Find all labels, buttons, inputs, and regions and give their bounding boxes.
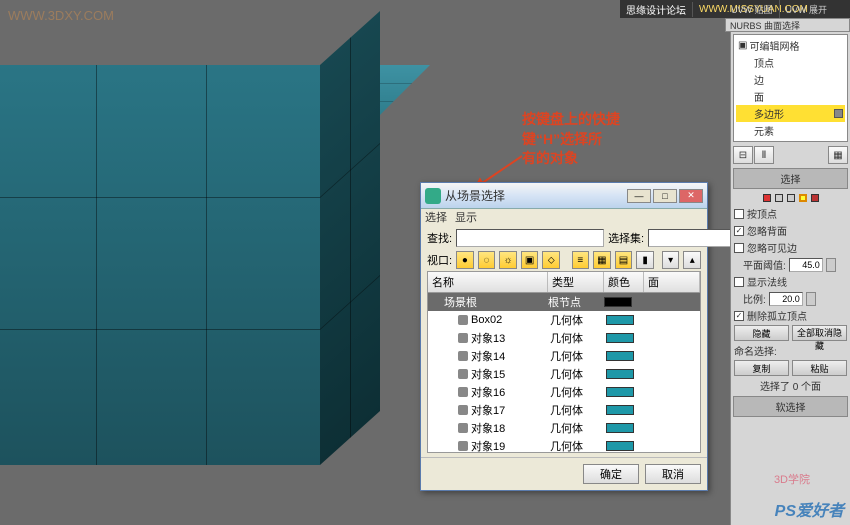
hide-button[interactable]: 隐藏: [734, 325, 789, 341]
filter-space-icon[interactable]: ≡: [572, 251, 590, 269]
col-name[interactable]: 名称: [428, 272, 548, 292]
filter-helper-icon[interactable]: ⬦: [542, 251, 560, 269]
cube-side-face: [320, 11, 380, 465]
site-name: 思缘设计论坛: [620, 2, 693, 17]
watermark-3dxy: WWW.3DXY.COM: [8, 8, 114, 23]
ignore-back-check[interactable]: ✓: [734, 226, 744, 236]
by-vertex-check[interactable]: [734, 209, 744, 219]
list-item[interactable]: 对象18几何体: [428, 419, 700, 437]
list-item[interactable]: 对象14几何体: [428, 347, 700, 365]
filter-light-icon[interactable]: ☼: [499, 251, 517, 269]
filter-bone-icon[interactable]: ▮: [636, 251, 654, 269]
viewport-3d[interactable]: [0, 10, 400, 520]
modifier-panel: ▣ 可编辑网格 顶点 边 面 多边形 元素 ⊟ Ⅱ ▦ 选择 按顶点 ✓忽略背面…: [730, 32, 850, 525]
list-item[interactable]: 对象17几何体: [428, 401, 700, 419]
watermark-ps-lovers: PS爱好者: [775, 497, 844, 521]
search-input[interactable]: [456, 229, 604, 247]
tree-editable-mesh[interactable]: ▣ 可编辑网格: [736, 37, 845, 54]
subobj-face-icon[interactable]: [787, 194, 795, 202]
collapse-all-icon[interactable]: ▴: [683, 251, 701, 269]
minimize-button[interactable]: —: [627, 189, 651, 203]
list-header: 名称 类型 颜色 面: [427, 271, 701, 293]
selset-label: 选择集:: [608, 230, 644, 246]
show-normal-check[interactable]: [734, 277, 744, 287]
dialog-title: 从场景选择: [445, 187, 625, 204]
subobj-polygon-icon[interactable]: [799, 194, 807, 202]
list-root[interactable]: 场景根 根节点: [428, 293, 700, 311]
watermark-3d-academy: 3D学院: [774, 471, 810, 487]
subobj-edge-icon[interactable]: [775, 194, 783, 202]
list-item[interactable]: 对象15几何体: [428, 365, 700, 383]
header-sub: NURBS 曲面选择: [725, 18, 850, 32]
cancel-button[interactable]: 取消: [645, 464, 701, 484]
dialog-icon: [425, 188, 441, 204]
menu-display[interactable]: 显示: [455, 209, 477, 227]
delete-iso-check[interactable]: ✓: [734, 311, 744, 321]
list-item[interactable]: 对象13几何体: [428, 329, 700, 347]
tree-element[interactable]: 元素: [736, 122, 845, 139]
tab-uvw-unwrap[interactable]: UVW 展开: [780, 0, 834, 18]
soft-selection-header[interactable]: 软选择: [733, 396, 848, 417]
object-list[interactable]: 场景根 根节点 Box02几何体对象13几何体对象14几何体对象15几何体对象1…: [427, 293, 701, 453]
view-label: 视口:: [427, 252, 452, 268]
planar-threshold-input[interactable]: [789, 258, 823, 272]
ratio-input[interactable]: [769, 292, 803, 306]
filter-cam-icon[interactable]: ▣: [521, 251, 539, 269]
menu-select[interactable]: 选择: [425, 209, 447, 227]
select-from-scene-dialog: 从场景选择 — □ ✕ 选择 显示 查找: 选择集: ⏴ ⏵ 视口: ● ◌ ☼…: [420, 182, 708, 491]
subobj-element-icon[interactable]: [811, 194, 819, 202]
ratio-spinner[interactable]: [806, 292, 816, 306]
annotation-text: 按键盘上的快捷 键“H”选择所 有的对象: [522, 110, 620, 169]
maximize-button[interactable]: □: [653, 189, 677, 203]
filter-xref-icon[interactable]: ▤: [615, 251, 633, 269]
search-label: 查找:: [427, 230, 452, 246]
tree-polygon[interactable]: 多边形: [736, 105, 845, 122]
paste-button[interactable]: 粘贴: [792, 360, 847, 376]
config-icon[interactable]: ▦: [828, 146, 848, 164]
col-type[interactable]: 类型: [548, 272, 604, 292]
filter-geom-icon[interactable]: ●: [456, 251, 474, 269]
show-end-icon[interactable]: Ⅱ: [754, 146, 774, 164]
ignore-vis-check[interactable]: [734, 243, 744, 253]
selection-count: 选择了 0 个面: [760, 378, 821, 393]
col-face[interactable]: 面: [644, 272, 700, 292]
unhide-all-button[interactable]: 全部取消隐藏: [792, 325, 847, 341]
list-item[interactable]: 对象16几何体: [428, 383, 700, 401]
list-item[interactable]: Box02几何体: [428, 311, 700, 329]
pin-stack-icon[interactable]: ⊟: [733, 146, 753, 164]
filter-shape-icon[interactable]: ◌: [478, 251, 496, 269]
tree-vertex[interactable]: 顶点: [736, 54, 845, 71]
filter-group-icon[interactable]: ▦: [593, 251, 611, 269]
col-color[interactable]: 颜色: [604, 272, 644, 292]
list-item[interactable]: 对象19几何体: [428, 437, 700, 453]
cube-front-face: [0, 65, 320, 465]
copy-button[interactable]: 复制: [734, 360, 789, 376]
tree-face[interactable]: 面: [736, 88, 845, 105]
planar-spinner[interactable]: [826, 258, 836, 272]
expand-all-icon[interactable]: ▾: [662, 251, 680, 269]
selection-rollout-header[interactable]: 选择: [733, 168, 848, 189]
close-button[interactable]: ✕: [679, 189, 703, 203]
tab-uvw-map[interactable]: UVW 贴图: [725, 0, 780, 18]
tree-edge[interactable]: 边: [736, 71, 845, 88]
dialog-titlebar[interactable]: 从场景选择 — □ ✕: [421, 183, 707, 209]
ok-button[interactable]: 确定: [583, 464, 639, 484]
subobj-vertex-icon[interactable]: [763, 194, 771, 202]
